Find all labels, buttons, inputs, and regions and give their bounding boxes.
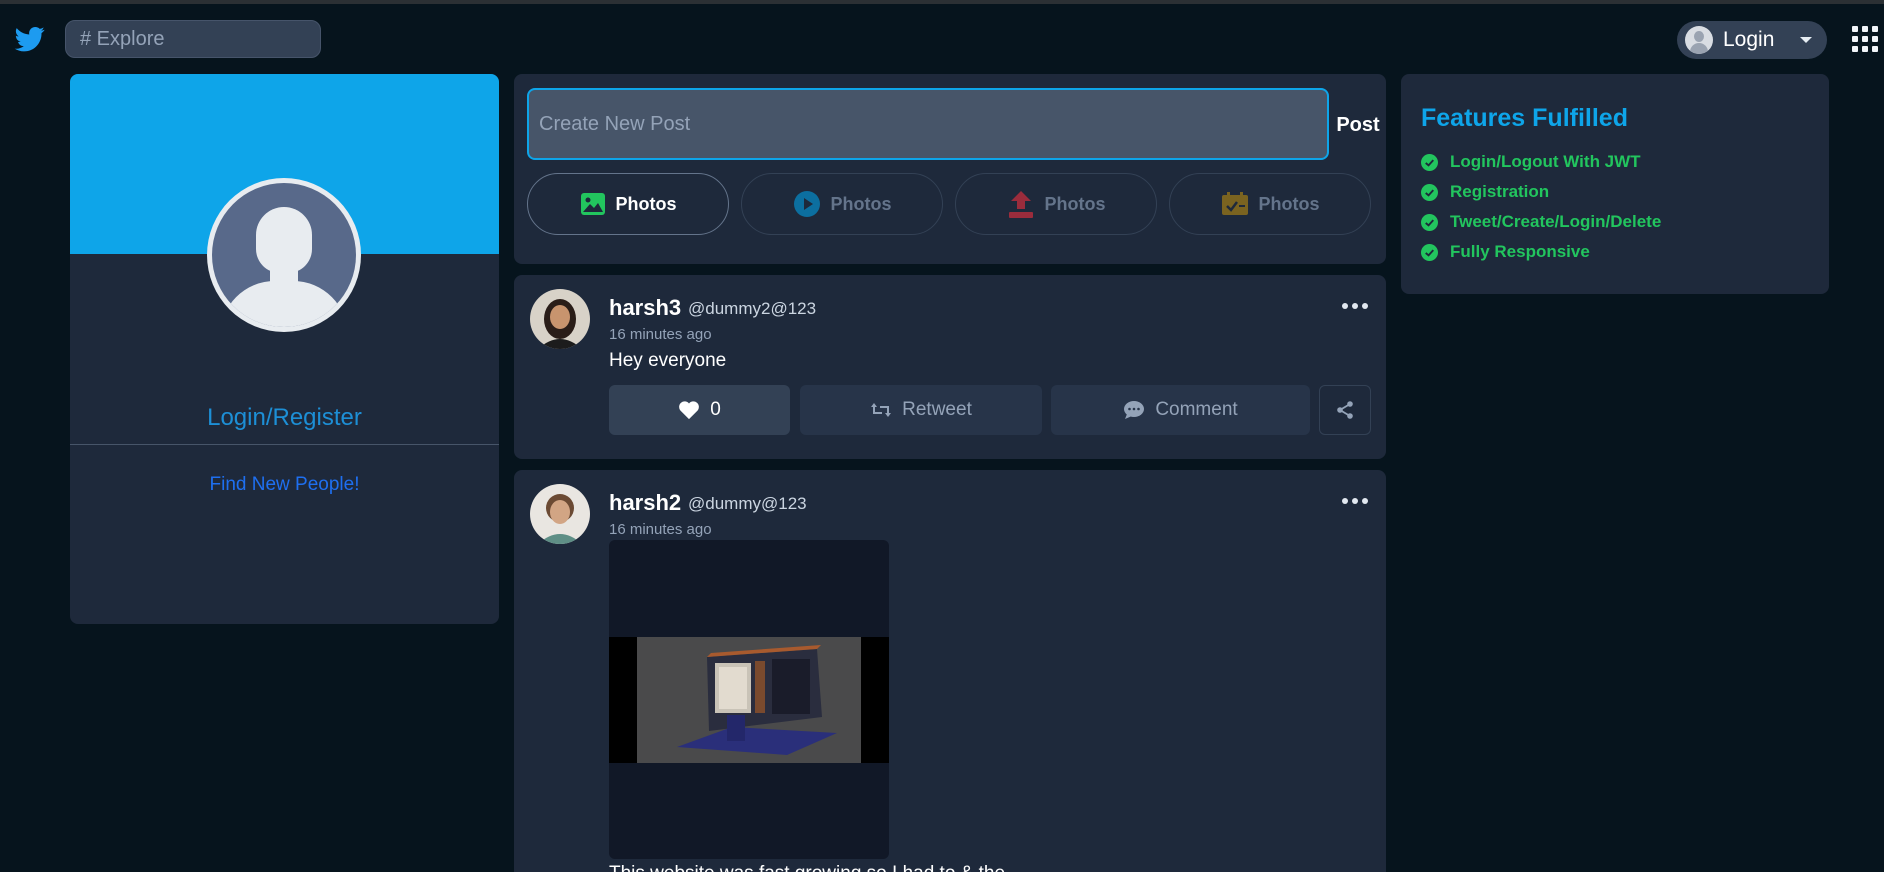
top-navbar: # Explore Login <box>0 4 1884 68</box>
twitter-logo-icon[interactable] <box>13 24 47 54</box>
upload-icon <box>1008 191 1033 218</box>
find-new-people-link[interactable]: Find New People! <box>70 474 499 496</box>
comment-button[interactable]: Comment <box>1051 385 1310 435</box>
like-button[interactable]: 0 <box>609 385 790 435</box>
share-button[interactable] <box>1319 385 1371 435</box>
login-label: Login <box>1723 28 1775 51</box>
check-circle-icon <box>1421 183 1438 201</box>
schedule-label: Photos <box>1258 193 1320 214</box>
retweet-label: Retweet <box>902 399 972 420</box>
features-title: Features Fulfilled <box>1421 104 1628 132</box>
check-circle-icon <box>1421 243 1438 261</box>
upload-label: Photos <box>1044 193 1106 214</box>
profile-card: Login/Register Find New People! <box>70 74 499 624</box>
feature-label: Tweet/Create/Login/Delete <box>1450 212 1662 231</box>
comment-icon <box>1124 401 1145 419</box>
house-render-image <box>637 637 861 763</box>
video-label: Photos <box>830 193 892 214</box>
like-count: 0 <box>710 399 721 420</box>
tweet-card: harsh2 @dummy@123 16 minutes ago This we… <box>514 470 1386 872</box>
login-dropdown-button[interactable]: Login <box>1677 21 1827 59</box>
more-options-icon[interactable] <box>1342 303 1368 309</box>
login-register-link[interactable]: Login/Register <box>70 404 499 432</box>
feature-item: Fully Responsive <box>1421 237 1661 267</box>
more-options-icon[interactable] <box>1342 498 1368 504</box>
feature-label: Login/Logout With JWT <box>1450 152 1641 171</box>
retweet-button[interactable]: Retweet <box>800 385 1042 435</box>
default-avatar-icon <box>207 178 361 332</box>
share-icon <box>1337 401 1353 419</box>
timestamp: 16 minutes ago <box>609 521 712 538</box>
image-icon <box>580 193 605 215</box>
user-avatar[interactable] <box>530 289 590 349</box>
create-post-input[interactable]: Create New Post <box>527 88 1329 160</box>
tweet-card: harsh3 @dummy2@123 16 minutes ago Hey ev… <box>514 275 1386 459</box>
photos-button[interactable]: Photos <box>527 173 729 235</box>
heart-icon <box>679 401 700 420</box>
user-avatar-icon <box>1685 26 1713 54</box>
user-handle: @dummy@123 <box>688 494 807 513</box>
feature-label: Fully Responsive <box>1450 242 1590 261</box>
explore-search-input[interactable]: # Explore <box>65 20 321 58</box>
features-list: Login/Logout With JWT Registration Tweet… <box>1421 147 1661 267</box>
feature-item: Registration <box>1421 177 1661 207</box>
user-avatar[interactable] <box>530 484 590 544</box>
tweet-image[interactable] <box>609 540 889 859</box>
user-handle: @dummy2@123 <box>688 299 817 318</box>
apps-grid-icon[interactable] <box>1852 26 1878 52</box>
divider <box>70 444 499 445</box>
video-button[interactable]: Photos <box>741 173 943 235</box>
timestamp: 16 minutes ago <box>609 326 712 343</box>
check-circle-icon <box>1421 153 1438 171</box>
check-circle-icon <box>1421 213 1438 231</box>
username[interactable]: harsh2 <box>609 490 681 516</box>
tweet-text: Hey everyone <box>609 350 727 371</box>
photos-label: Photos <box>615 193 677 214</box>
post-button[interactable]: Post <box>1330 114 1386 137</box>
feature-item: Tweet/Create/Login/Delete <box>1421 207 1661 237</box>
comment-label: Comment <box>1155 399 1238 420</box>
retweet-icon <box>871 403 892 417</box>
post-composer: Create New Post Post Photos Photos Photo… <box>514 74 1386 264</box>
schedule-button[interactable]: Photos <box>1169 173 1371 235</box>
features-card: Features Fulfilled Login/Logout With JWT… <box>1401 74 1829 294</box>
caret-down-icon <box>1800 37 1812 43</box>
feature-item: Login/Logout With JWT <box>1421 147 1661 177</box>
upload-button[interactable]: Photos <box>955 173 1157 235</box>
username[interactable]: harsh3 <box>609 295 681 321</box>
feature-label: Registration <box>1450 182 1550 201</box>
video-icon <box>793 191 820 217</box>
tweet-text: This website was fast growing so I had t… <box>609 863 1005 872</box>
calendar-icon <box>1221 192 1248 215</box>
